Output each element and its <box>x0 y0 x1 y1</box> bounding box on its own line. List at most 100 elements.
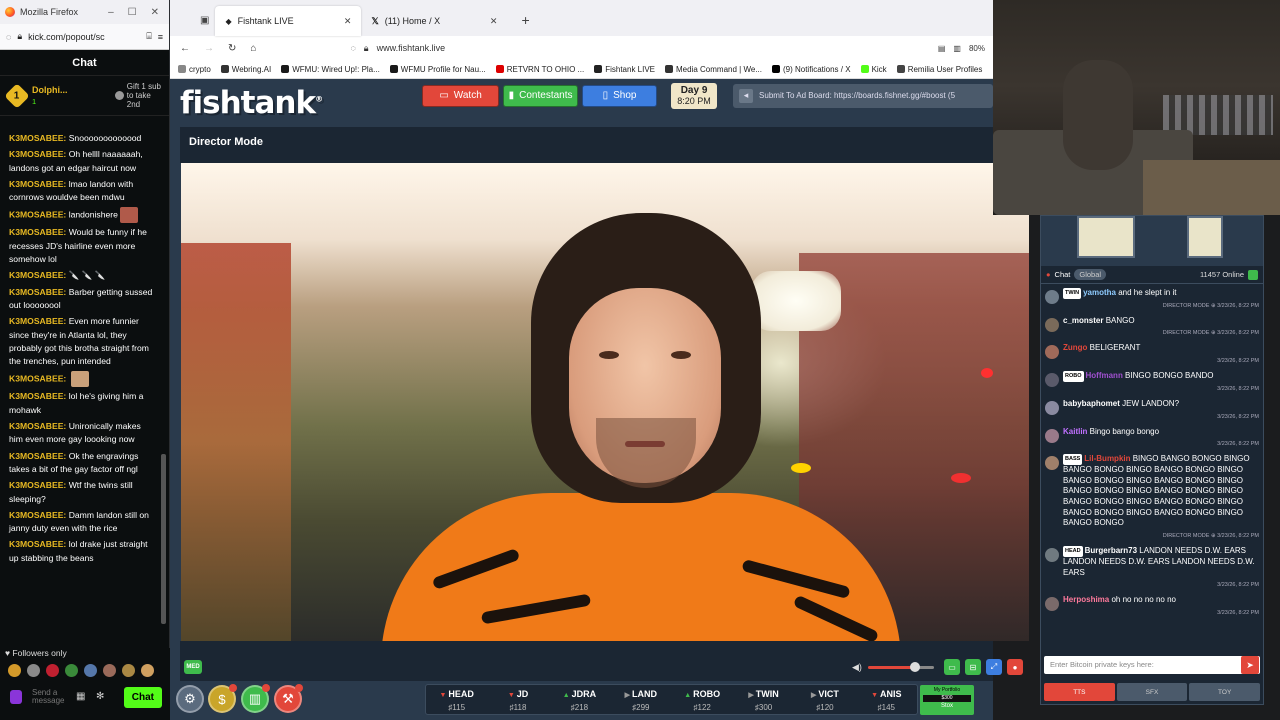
emote-7[interactable] <box>122 663 135 677</box>
menu-icon[interactable]: ≡ <box>158 32 163 42</box>
maximize-icon[interactable]: ☐ <box>128 7 137 18</box>
avatar[interactable] <box>1045 428 1059 443</box>
kick-chat-username[interactable]: K3MOSABEE: <box>9 539 69 549</box>
chat-scope-toggle[interactable]: Global <box>1074 269 1107 280</box>
chat-username[interactable]: yamotha <box>1083 288 1116 297</box>
bookmark-item[interactable]: Kick <box>860 65 887 74</box>
room-robo[interactable]: ▲ ROBO ♯122 <box>672 685 733 714</box>
kick-chat-username[interactable]: K3MOSABEE: <box>9 133 69 143</box>
send-icon[interactable]: ➤ <box>1241 656 1259 674</box>
avatar[interactable] <box>1045 548 1059 563</box>
gift-sub-cta[interactable]: Gift 1 sub to take 2nd <box>114 82 161 109</box>
avatar[interactable] <box>1045 290 1059 304</box>
chat-messages[interactable]: TWIN yamotha and he slept in it DIRECTOR M… <box>1041 284 1263 652</box>
forward-icon[interactable]: → <box>204 43 214 54</box>
avatar[interactable] <box>1045 373 1059 388</box>
kick-chat-input[interactable]: Send a message <box>32 689 66 705</box>
bookmark-item[interactable]: WFMU: Wired Up!: Pla... <box>281 65 380 74</box>
home-icon[interactable]: ⌂ <box>250 43 256 54</box>
address-bar[interactable]: ◌ 🔒︎ www.fishtank.live <box>350 43 445 54</box>
chat-card-left[interactable] <box>1077 216 1135 258</box>
kick-chat-messages[interactable]: K3MOSABEE: Snooooooooooood K3MOSABEE: Oh … <box>0 132 162 642</box>
record-icon[interactable]: ● <box>1007 659 1023 675</box>
bookmark-item[interactable]: Fishtank LIVE <box>594 65 655 74</box>
tab-overview-icon[interactable]: ▣ <box>200 15 209 26</box>
avatar[interactable] <box>1045 456 1059 471</box>
volume-slider[interactable] <box>867 662 934 672</box>
tab-x-home[interactable]: 𝕏 (11) Home / X ✕ <box>361 6 507 36</box>
kick-chat-username[interactable]: K3MOSABEE: <box>9 179 69 189</box>
portfolio-widget[interactable]: My Portfolio $300 Stox <box>920 685 974 715</box>
kick-chat-username[interactable]: K3MOSABEE: <box>9 510 69 520</box>
extensions-icon[interactable]: ▤ <box>938 44 946 53</box>
bookmark-item[interactable]: Webring.AI <box>220 65 271 74</box>
kick-chat-username[interactable]: K3MOSABEE: <box>9 149 69 159</box>
kick-url[interactable]: kick.com/popout/sc <box>28 32 140 42</box>
clip-icon[interactable]: ▭ <box>944 659 960 675</box>
chat-username[interactable]: Lil-Bumpkin <box>1084 454 1130 463</box>
minimize-icon[interactable]: – <box>108 7 114 18</box>
zoom-level[interactable]: 80% <box>969 44 985 53</box>
bookmark-item[interactable]: (9) Notifications / X <box>771 65 851 74</box>
quality-button[interactable]: MED <box>184 660 202 674</box>
kick-chat-username[interactable]: K3MOSABEE: <box>9 374 69 384</box>
lock-icon[interactable]: 🔒︎ <box>17 31 22 42</box>
kick-chat-username[interactable]: K3MOSABEE: <box>9 451 69 461</box>
emote-3[interactable] <box>46 663 59 677</box>
room-jd[interactable]: ▼ JD ♯118 <box>487 685 548 714</box>
room-jdra[interactable]: ▲ JDRA ♯218 <box>549 685 610 714</box>
reader-icon[interactable]: ▥ <box>953 44 961 53</box>
speaker-icon[interactable]: ◀) <box>852 662 862 673</box>
coins-icon[interactable]: $ <box>208 684 237 713</box>
back-icon[interactable]: ← <box>180 43 190 54</box>
kick-chat-username[interactable]: K3MOSABEE: <box>9 287 69 297</box>
avatar[interactable] <box>1045 400 1059 415</box>
items-icon[interactable]: ▥ <box>241 684 270 713</box>
kick-chat-username[interactable]: K3MOSABEE: <box>9 227 69 237</box>
chat-username[interactable]: Hoffmann <box>1086 371 1123 380</box>
chat-tab-sfx[interactable]: SFX <box>1116 683 1188 701</box>
fishtank-logo[interactable]: fishtank® <box>180 85 323 121</box>
tab-close-icon[interactable]: ✕ <box>490 16 498 27</box>
shield-icon[interactable]: ◌ <box>6 32 11 42</box>
chat-username[interactable]: babybaphomet <box>1063 399 1120 408</box>
room-head[interactable]: ▼ HEAD ♯115 <box>426 685 487 714</box>
kick-chat-username[interactable]: K3MOSABEE: <box>9 270 69 280</box>
store-icon[interactable]: ▦ <box>76 692 86 702</box>
avatar[interactable] <box>1045 317 1059 332</box>
emote-6[interactable] <box>103 663 116 677</box>
tools-icon[interactable]: ⚒ <box>274 684 303 713</box>
ad-board-ticker[interactable]: ◂ Submit To Ad Board: https://boards.fis… <box>733 83 993 108</box>
emote-picker-icon[interactable] <box>10 690 22 704</box>
bookmark-item[interactable]: Media Command | We... <box>665 65 762 74</box>
bookmark-item[interactable]: Remilia User Profiles <box>896 65 982 74</box>
collapse-arrow-icon[interactable]: ◂ <box>739 88 754 103</box>
chat-username[interactable]: Kaitlin <box>1063 427 1087 436</box>
tab-fishtank[interactable]: ◆ Fishtank LIVE ✕ <box>215 6 362 36</box>
reload-icon[interactable]: ↻ <box>228 43 236 54</box>
kick-chat-username[interactable]: K3MOSABEE: <box>9 421 69 431</box>
kick-chat-username[interactable]: K3MOSABEE: <box>9 210 69 220</box>
chat-tab-tts[interactable]: TTS <box>1044 683 1115 701</box>
kick-chat-scrollbar[interactable] <box>161 454 166 624</box>
address-url[interactable]: www.fishtank.live <box>377 43 446 53</box>
kick-chat-username[interactable]: K3MOSABEE: <box>9 391 69 401</box>
translate-icon[interactable]: ⌸ <box>146 31 151 42</box>
chat-username[interactable]: Burgerbarn73 <box>1085 546 1137 555</box>
watch-button[interactable]: ▭ Watch <box>422 84 500 107</box>
fullscreen-icon[interactable]: ⤢ <box>986 659 1002 675</box>
chat-send-button[interactable]: Chat <box>123 686 162 708</box>
cast-icon[interactable]: ⊟ <box>965 659 981 675</box>
tab-close-icon[interactable]: ✕ <box>344 16 352 27</box>
volume-control[interactable]: ◀) <box>852 662 934 673</box>
room-anis[interactable]: ▼ ANIS ♯145 <box>856 685 917 714</box>
settings-gear-icon[interactable]: ✻ <box>96 692 106 702</box>
avatar[interactable] <box>1045 345 1059 360</box>
settings-gear-icon[interactable]: ⚙ <box>176 685 204 713</box>
shop-button[interactable]: ▯ Shop <box>582 84 658 107</box>
room-twin[interactable]: ▶ TWIN ♯300 <box>733 685 794 714</box>
kick-chat-username[interactable]: K3MOSABEE: <box>9 480 69 490</box>
emote-1[interactable] <box>8 663 21 677</box>
chat-popout-icon[interactable] <box>1248 269 1258 280</box>
chat-input[interactable]: Enter Bitcoin private keys here: <box>1044 656 1260 674</box>
